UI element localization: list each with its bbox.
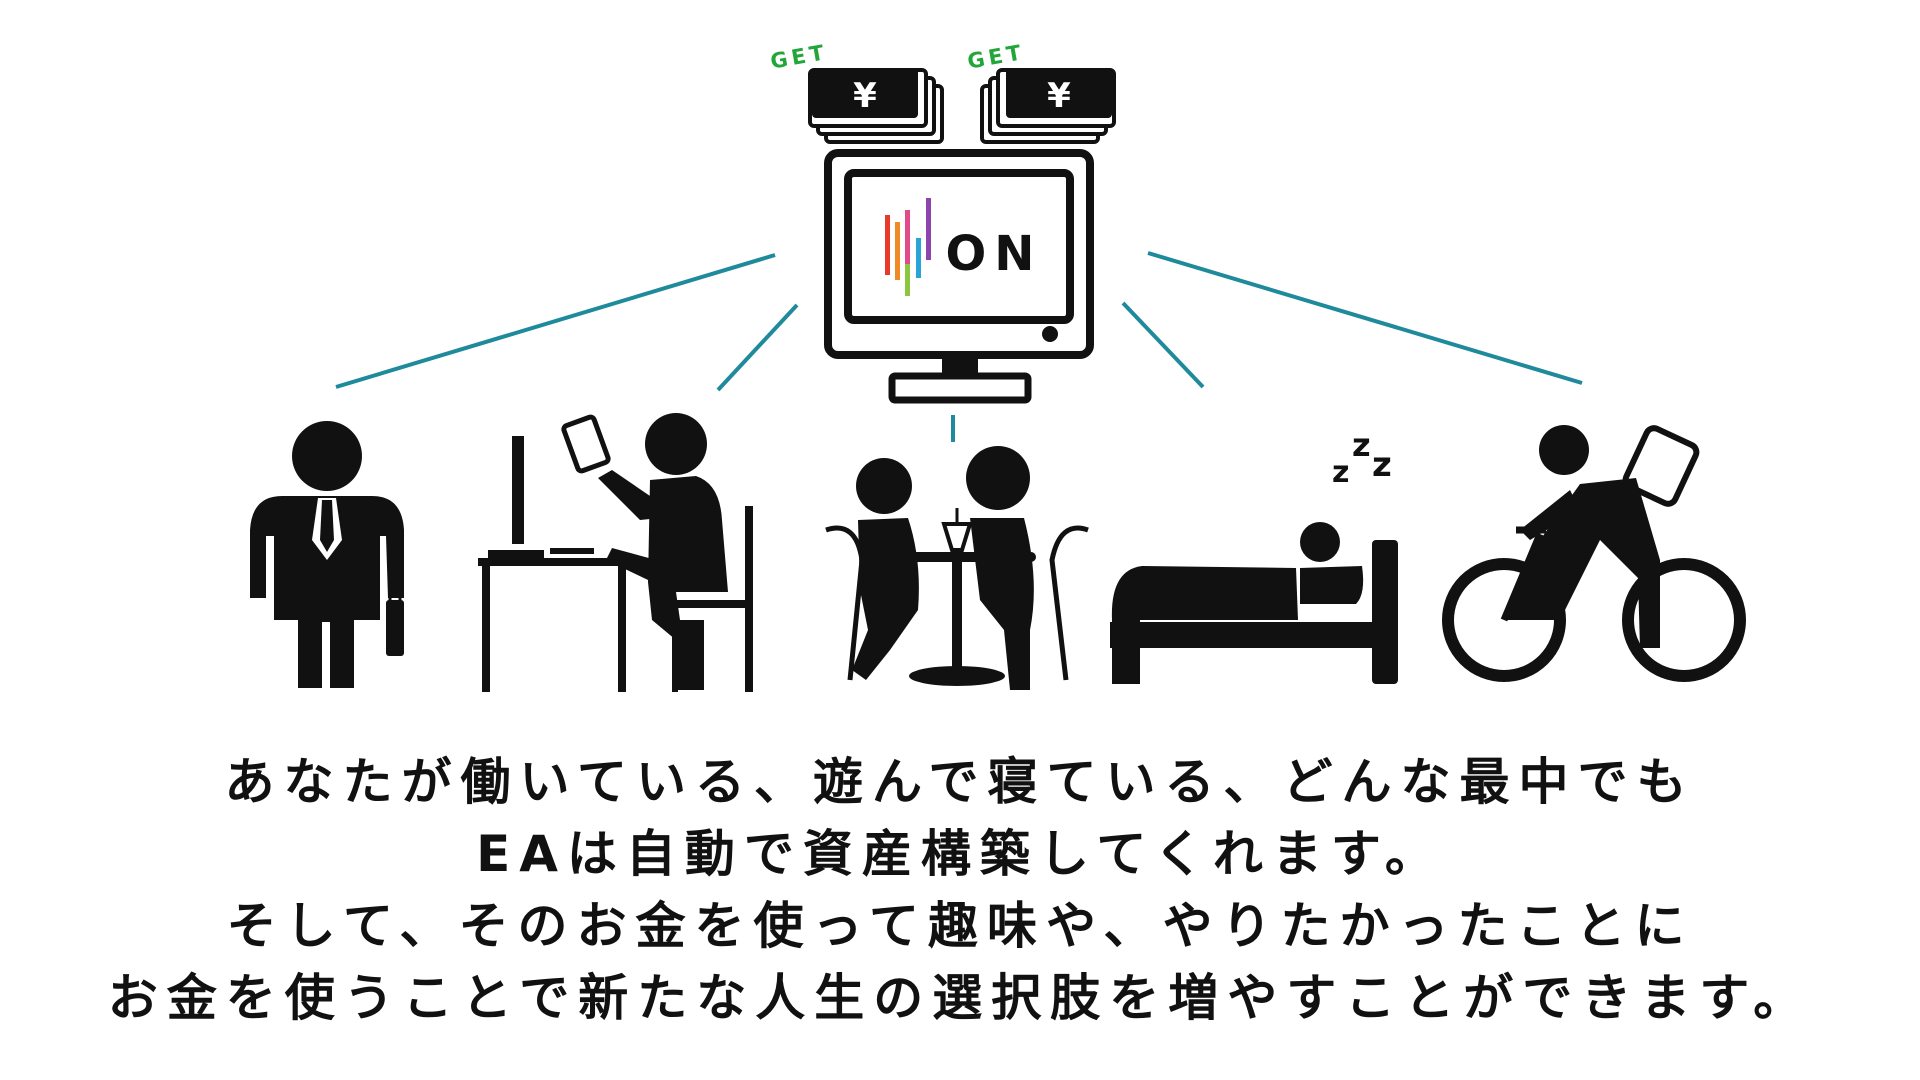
logo-bar — [895, 222, 900, 280]
money-badge-left: GET ¥ — [769, 40, 944, 144]
money-badge-right: GET ¥ — [966, 40, 1116, 144]
connector-line-sleeper — [1121, 301, 1205, 389]
svg-text:z: z — [1352, 426, 1371, 464]
sleeper-icon: z z z — [1110, 426, 1398, 684]
cafe-couple-icon — [825, 446, 1089, 690]
connector-line-businessman — [335, 253, 776, 389]
caption-line: EAは自動で資産構築してくれます。 — [476, 825, 1444, 883]
logo-bar — [916, 238, 921, 278]
caption-line: あなたが働いている、遊んで寝ている、どんな最中でも — [224, 753, 1696, 811]
cash-stack-right-icon: ¥ — [980, 68, 1116, 144]
caption-line: そして、そのお金を使って趣味や、やりたかったことに — [226, 897, 1694, 955]
logo-bar — [905, 264, 910, 296]
cash-stack-left-icon: ¥ — [808, 68, 944, 144]
desk-worker-icon — [478, 413, 753, 692]
monitor-status-text: ON — [946, 226, 1043, 282]
caption-line: お金を使うことで新たな人生の選択肢を増やすことができます。 — [107, 969, 1813, 1027]
logo-bar — [885, 215, 890, 275]
cyclist-icon — [1442, 425, 1746, 682]
businessman-icon — [250, 421, 404, 688]
svg-text:z: z — [1372, 445, 1392, 485]
yen-icon-right: ¥ — [1047, 76, 1071, 116]
connector-line-desk-worker — [716, 303, 799, 392]
yen-icon-left: ¥ — [853, 76, 877, 116]
svg-text:z: z — [1332, 455, 1349, 490]
connector-line-cyclist — [1147, 251, 1583, 385]
monitor-icon: ON — [824, 149, 1094, 404]
logo-bar — [926, 198, 931, 260]
